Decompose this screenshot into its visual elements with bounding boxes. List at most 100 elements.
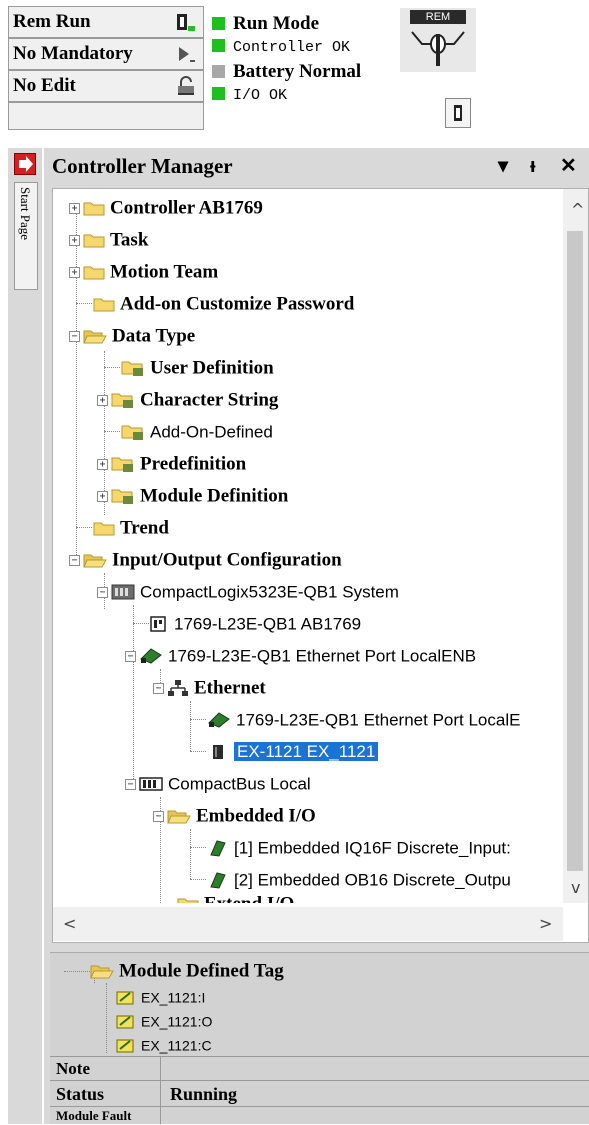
tree-line — [190, 829, 191, 879]
scroll-down-icon[interactable]: v — [571, 879, 580, 897]
tree-node-addon-password[interactable]: Add-on Customize Password — [93, 289, 354, 319]
tree-line — [76, 527, 92, 528]
tree-node-label: Character String — [140, 389, 279, 411]
tree-node-label: CompactBus Local — [168, 774, 311, 794]
tree-node-label: Data Type — [112, 325, 196, 347]
detail-pane: Module Defined Tag EX_1121:I EX_1121:O E… — [44, 946, 589, 1124]
collapse-icon[interactable]: − — [153, 810, 164, 822]
controller-ok-label: Controller OK — [233, 39, 351, 56]
expand-icon[interactable]: + — [97, 458, 108, 470]
tree-node-user-definition[interactable]: User Definition — [121, 353, 274, 383]
module-defined-tag-label: Module Defined Tag — [119, 960, 284, 982]
tree-node-io-configuration[interactable]: − Input/Output Configuration — [69, 545, 342, 575]
start-page-icon[interactable] — [14, 153, 36, 175]
keyswitch-label: REM — [410, 10, 466, 24]
collapse-icon[interactable]: − — [125, 778, 136, 790]
tree-node-ex-1121[interactable]: EX-1121 EX_1121 — [207, 737, 379, 767]
tree-node-predefinition[interactable]: + Predefinition — [97, 449, 246, 479]
battery-label: Battery Normal — [233, 61, 362, 82]
run-mode-indicator-label: Run Mode — [233, 13, 320, 34]
tree-node-ethernet-port-locale[interactable]: 1769-L23E-QB1 Ethernet Port LocalE — [207, 705, 520, 735]
keyswitch-button[interactable] — [445, 98, 471, 128]
controller-tree-view: + Controller AB1769 + Task + Motion Team Ad… — [52, 188, 589, 943]
tag-label: EX_1121:O — [141, 1013, 213, 1030]
tree-node-label: Ethernet — [194, 677, 266, 699]
tree-node-module-definition[interactable]: + Module Definition — [97, 481, 288, 511]
tag-item[interactable]: EX_1121:I — [116, 985, 205, 1009]
tag-item[interactable]: EX_1121:O — [116, 1009, 212, 1033]
pin-icon[interactable]: ᵻ — [530, 152, 536, 180]
collapse-icon[interactable]: − — [97, 586, 108, 598]
controller-icon — [150, 616, 166, 633]
datatype-folder-icon — [111, 489, 133, 505]
tree-node-character-string[interactable]: + Character String — [97, 385, 278, 415]
expand-icon[interactable]: + — [69, 202, 80, 214]
collapse-icon[interactable]: − — [125, 650, 136, 662]
start-page-tab-label: Start Page — [18, 187, 33, 241]
edit-status: No Edit — [8, 70, 204, 102]
side-dock-strip: Start Page — [8, 148, 42, 1124]
pane-menu-icon[interactable]: ▾ — [498, 152, 508, 180]
tag-icon — [116, 1015, 134, 1029]
property-divider — [160, 1081, 161, 1106]
expand-icon[interactable]: + — [69, 234, 80, 246]
controller-tree: + Controller AB1769 + Task + Motion Team Ad… — [53, 189, 563, 903]
tree-node-label: User Definition — [150, 357, 274, 379]
scroll-up-icon[interactable]: ^ — [571, 201, 584, 219]
vertical-scrollbar[interactable]: ^ v — [563, 189, 588, 903]
tree-node-task[interactable]: + Task — [69, 225, 148, 255]
tree-node-ethernet[interactable]: − Ethernet — [153, 673, 266, 703]
module-defined-tag-node[interactable]: Module Defined Tag — [90, 959, 284, 983]
io-module-icon — [210, 872, 226, 889]
run-mode-label: Rem Run — [13, 11, 91, 32]
scroll-left-icon[interactable]: < — [63, 915, 76, 933]
collapse-icon[interactable]: − — [69, 554, 80, 566]
tree-node-label: 1769-L23E-QB1 Ethernet Port LocalE — [236, 710, 521, 730]
tree-node-motion-team[interactable]: + Motion Team — [69, 257, 218, 287]
expand-icon[interactable]: + — [97, 394, 108, 406]
tag-label: EX_1121:I — [141, 989, 206, 1006]
tag-icon — [116, 991, 134, 1005]
datatype-folder-icon — [121, 361, 143, 377]
keyswitch: REM — [400, 8, 476, 72]
tree-node-label: Motion Team — [110, 261, 219, 283]
close-icon[interactable]: ✕ — [560, 152, 577, 180]
tree-node-data-type[interactable]: − Data Type — [69, 321, 195, 351]
horizontal-scrollbar[interactable]: < > — [53, 907, 563, 941]
tree-line — [104, 431, 120, 432]
collapse-icon[interactable]: − — [69, 330, 80, 342]
tree-line — [106, 983, 107, 1053]
tree-node-controller[interactable]: + Controller AB1769 — [69, 193, 263, 223]
property-row-module-fault: Module Fault — [50, 1106, 589, 1124]
scroll-right-icon[interactable]: > — [539, 915, 552, 933]
tree-node-ethernet-port[interactable]: − 1769-L23E-QB1 Ethernet Port LocalENB — [125, 641, 476, 671]
tree-node-label: 1769-L23E-QB1 AB1769 — [174, 614, 362, 634]
expand-icon[interactable]: + — [69, 266, 80, 278]
tree-node-embedded-io[interactable]: − Embedded I/O — [153, 801, 316, 831]
tree-node-label: Predefinition — [140, 453, 247, 475]
controller-tree-frame: + Controller AB1769 + Task + Motion Team Ad… — [44, 186, 589, 946]
tree-node-controller-module[interactable]: 1769-L23E-QB1 AB1769 — [149, 609, 361, 639]
tree-line — [190, 879, 206, 880]
tree-node-embedded-iq16f[interactable]: [1] Embedded IQ16F Discrete_Input: — [207, 833, 511, 863]
datatype-folder-icon — [111, 457, 133, 473]
tree-line — [64, 971, 90, 972]
property-row-note: Note — [50, 1056, 589, 1080]
edit-label: No Edit — [13, 75, 76, 96]
tag-item[interactable]: EX_1121:C — [116, 1033, 212, 1057]
tree-node-trend[interactable]: Trend — [93, 513, 169, 543]
property-value: Running — [170, 1084, 238, 1104]
expand-icon[interactable]: + — [97, 490, 108, 502]
folder-icon — [83, 266, 105, 280]
tree-node-compactlogix-system[interactable]: − CompactLogix5323E-QB1 System — [97, 577, 399, 607]
tag-label: EX_1121:C — [141, 1037, 212, 1054]
folder-icon — [93, 522, 115, 536]
vertical-scroll-thumb[interactable] — [567, 231, 583, 871]
tree-line — [133, 623, 149, 624]
start-page-tab[interactable]: Start Page — [14, 182, 38, 290]
tree-node-extend-io[interactable]: Extend I/O — [177, 889, 294, 903]
tree-line — [190, 701, 191, 751]
tree-node-add-on-defined[interactable]: Add-On-Defined — [121, 417, 273, 447]
tree-node-compactbus[interactable]: − CompactBus Local — [125, 769, 311, 799]
collapse-icon[interactable]: − — [153, 682, 164, 694]
